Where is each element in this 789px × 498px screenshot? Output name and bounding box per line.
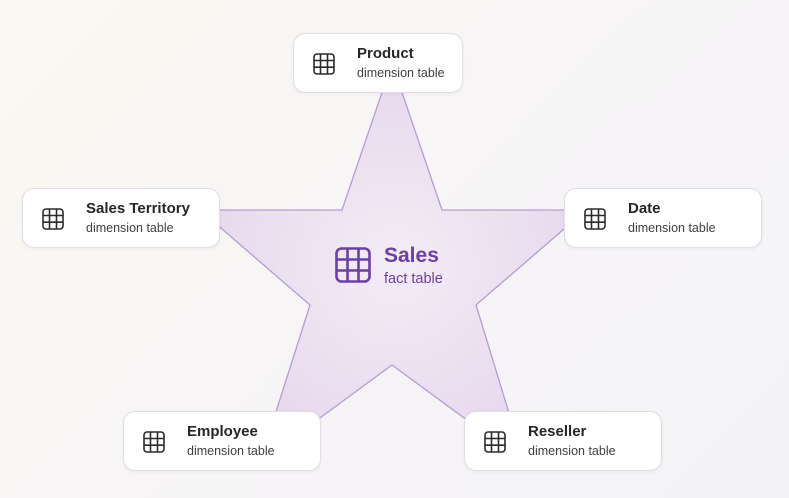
dimension-subtitle: dimension table xyxy=(187,444,275,458)
dimension-title: Reseller xyxy=(528,423,587,440)
dimension-card-sales-territory[interactable]: Sales Territory dimension table xyxy=(22,188,220,248)
dimension-title: Sales Territory xyxy=(86,200,190,217)
table-icon xyxy=(143,431,165,453)
dimension-card-product[interactable]: Product dimension table xyxy=(293,33,463,93)
table-icon xyxy=(484,431,506,453)
dimension-title: Employee xyxy=(187,423,258,440)
dimension-subtitle: dimension table xyxy=(628,221,716,235)
dimension-subtitle: dimension table xyxy=(357,66,445,80)
fact-title: Sales xyxy=(384,244,439,267)
dimension-title: Date xyxy=(628,200,661,217)
dimension-title: Product xyxy=(357,45,414,62)
table-icon xyxy=(335,247,371,283)
dimension-card-date[interactable]: Date dimension table xyxy=(564,188,762,248)
table-icon xyxy=(42,208,64,230)
fact-subtitle: fact table xyxy=(384,271,443,287)
table-icon xyxy=(313,53,335,75)
fact-table-sales[interactable]: Sales fact table xyxy=(335,244,465,292)
dimension-card-employee[interactable]: Employee dimension table xyxy=(123,411,321,471)
dimension-subtitle: dimension table xyxy=(86,221,174,235)
dimension-card-reseller[interactable]: Reseller dimension table xyxy=(464,411,662,471)
table-icon xyxy=(584,208,606,230)
dimension-subtitle: dimension table xyxy=(528,444,616,458)
